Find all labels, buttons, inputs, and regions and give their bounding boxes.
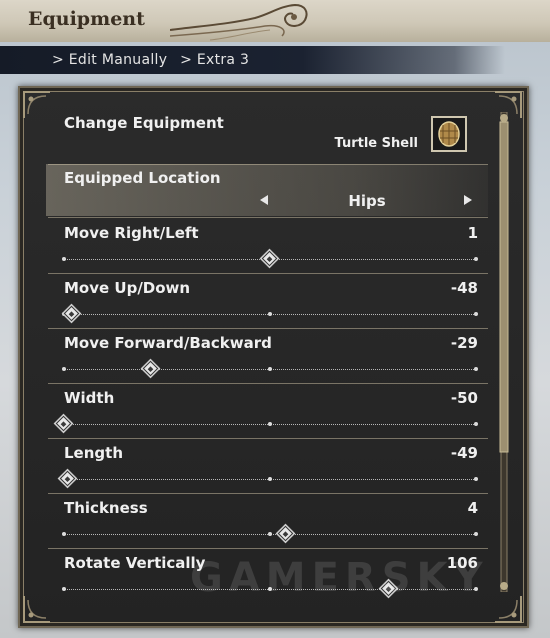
scrollbar[interactable] (497, 112, 511, 592)
slider-thumb[interactable] (55, 415, 72, 432)
slider-end-tick (474, 422, 478, 426)
divider (48, 438, 488, 439)
arrow-left-icon[interactable] (260, 195, 268, 205)
slider-end-tick (474, 532, 478, 536)
change-equipment-label: Change Equipment (64, 114, 224, 132)
slider-center-tick (268, 312, 272, 316)
slider-end-tick (474, 367, 478, 371)
scroll-ornament-icon (170, 3, 308, 41)
slider-end-tick (62, 532, 66, 536)
slider-row[interactable]: Move Forward/Backward -29 (46, 330, 488, 385)
arrow-right-icon[interactable] (464, 195, 472, 205)
turtle-shell-icon (438, 121, 460, 147)
slider-end-tick (62, 257, 66, 261)
slider-center-tick (268, 477, 272, 481)
slider-value: -48 (450, 279, 478, 297)
panel-corner-ornament (493, 594, 523, 624)
slider-row[interactable]: Width -50 (46, 385, 488, 440)
breadcrumb: > Edit Manually > Extra 3 (52, 52, 257, 68)
slider-end-tick (474, 257, 478, 261)
slider-thumb[interactable] (142, 360, 158, 377)
breadcrumb-item-extra-3[interactable]: > Extra 3 (180, 52, 249, 68)
slider-label: Length (64, 444, 123, 462)
page-title: Equipment (28, 8, 145, 30)
equipped-location-label: Equipped Location (64, 169, 221, 187)
slider-value: 4 (467, 499, 478, 517)
slider-value: -29 (450, 334, 478, 352)
slider-thumb[interactable] (261, 250, 278, 267)
slider-label: Move Up/Down (64, 279, 191, 297)
scrollbar-thumb (499, 121, 509, 453)
slider-row[interactable]: Thickness 4 (46, 495, 488, 550)
equipped-location-row[interactable]: Equipped Location Hips (46, 164, 488, 216)
slider-value: 1 (467, 224, 478, 242)
slider-row[interactable]: Length -49 (46, 440, 488, 495)
slider-center-tick (268, 367, 272, 371)
divider (48, 273, 488, 274)
slider-value: -49 (450, 444, 478, 462)
divider (48, 217, 488, 218)
slider-center-tick (268, 532, 272, 536)
breadcrumb-item-edit-manually[interactable]: > Edit Manually (52, 52, 167, 68)
slider-value: -50 (450, 389, 478, 407)
slider-center-tick (268, 422, 272, 426)
slider-thumb[interactable] (63, 305, 80, 322)
divider (48, 493, 488, 494)
slider-end-tick (474, 477, 478, 481)
slider-end-tick (62, 367, 66, 371)
slider-label: Rotate Vertically (64, 554, 206, 572)
slider-row[interactable]: Move Right/Left 1 (46, 220, 488, 275)
slider-thumb[interactable] (278, 525, 294, 542)
slider-label: Move Right/Left (64, 224, 199, 242)
slider-end-tick (474, 312, 478, 316)
slider-label: Move Forward/Backward (64, 334, 272, 352)
equipped-item-name: Turtle Shell (334, 136, 418, 151)
change-equipment-row[interactable]: Change Equipment Turtle Shell (46, 106, 488, 164)
equipment-thumbnail[interactable] (431, 116, 467, 152)
divider (48, 383, 488, 384)
equipped-location-value: Hips (348, 192, 386, 210)
divider (48, 328, 488, 329)
slider-end-tick (62, 587, 66, 591)
slider-label: Thickness (64, 499, 148, 517)
watermark: GAMERSKY (190, 555, 489, 601)
slider-row[interactable]: Move Up/Down -48 (46, 275, 488, 330)
divider (48, 548, 488, 549)
slider-thumb[interactable] (59, 470, 76, 487)
slider-label: Width (64, 389, 115, 407)
